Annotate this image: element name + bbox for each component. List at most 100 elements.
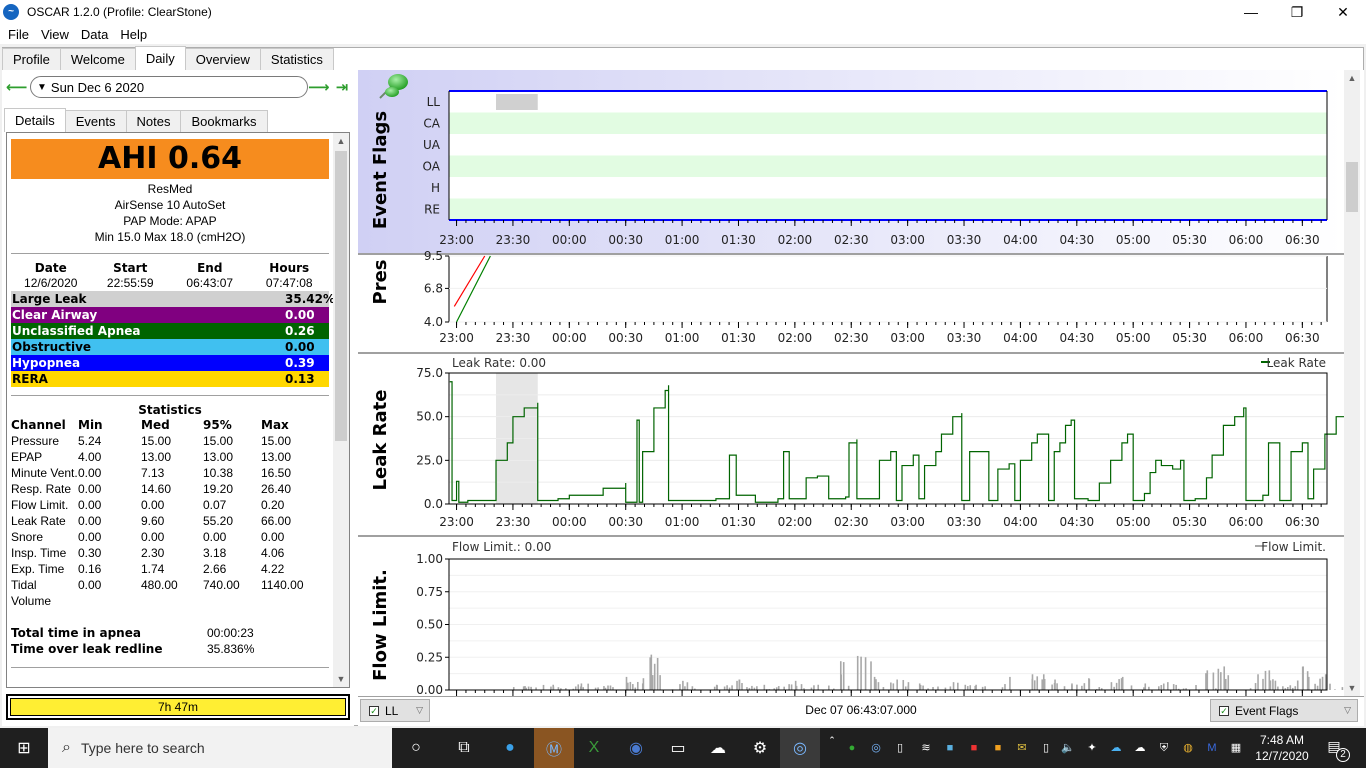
scroll-down-icon[interactable]: ▼ (1344, 680, 1360, 696)
tray-shield-icon[interactable]: ⛨ (1156, 740, 1172, 756)
flow-limit-peak (918, 683, 921, 690)
tray-chrome-icon[interactable]: ◍ (1180, 740, 1196, 756)
time-tick-label: 04:30 (1060, 233, 1095, 247)
tray-power-icon[interactable]: ▯ (892, 740, 908, 756)
flow-limit-peak (794, 680, 797, 690)
tray-wifi-icon[interactable]: ≋ (918, 740, 934, 756)
edge-icon[interactable]: ● (498, 736, 522, 760)
flow-limit-bar (1130, 685, 1133, 690)
menu-view[interactable]: View (41, 27, 69, 42)
graphs-scrollbar[interactable]: ▲ ▼ (1344, 70, 1360, 696)
clock[interactable]: 7:48 AM 12/7/2020 (1252, 732, 1312, 764)
flow-limit-peak (952, 682, 955, 690)
terminal-icon[interactable]: ▭ (666, 736, 690, 760)
scroll-down-icon[interactable]: ▼ (333, 671, 349, 687)
stats-row: Leak Rate 0.00 9.60 55.20 66.00 (11, 513, 329, 529)
graphs-canvas[interactable]: Event Flags LL CA UA OA H RE 23:00 23:30 00:00 0… (358, 70, 1366, 697)
flow-limit-bar (1118, 679, 1120, 690)
flow-limit-bar (966, 686, 969, 690)
stats-value: 16.50 (261, 466, 292, 480)
tray-expand-icon[interactable]: ⌃ (824, 732, 840, 748)
menu-help[interactable]: Help (120, 27, 147, 42)
event-row-obstructive[interactable]: Obstructive 0.00 (11, 339, 329, 355)
tray-mail-icon[interactable]: ✉ (1014, 740, 1030, 756)
scrollbar-thumb[interactable] (335, 151, 347, 441)
flow-limit-bar (1157, 686, 1160, 690)
flow-limit-bar (1262, 678, 1264, 690)
tray-app-icon[interactable]: ■ (966, 740, 982, 756)
taskbar-search[interactable]: ⌕ Type here to search (48, 728, 392, 768)
tray-usb-icon[interactable]: ▯ (1038, 740, 1054, 756)
time-tick-label: 04:30 (1060, 331, 1095, 345)
arrow-last-icon[interactable]: ⇥ (332, 78, 352, 96)
event-row-clear-airway[interactable]: Clear Airway 0.00 (11, 307, 329, 323)
app-blue-icon[interactable]: ◉ (624, 736, 648, 760)
flow-limit-peak (1144, 683, 1147, 690)
oscar-icon[interactable]: ◎ (788, 736, 812, 760)
graph-selector-combo[interactable]: ✓ Event Flags ▽ (1210, 699, 1358, 722)
tray-network-icon[interactable]: ✦ (1084, 740, 1100, 756)
tray-malwarebytes-icon[interactable]: M (1204, 740, 1220, 756)
tray-app-icon[interactable]: ▦ (1228, 740, 1244, 756)
tab-overview[interactable]: Overview (184, 48, 261, 70)
flow-limit-bar (1195, 685, 1197, 690)
windows-start-icon[interactable]: ⊞ (12, 736, 36, 760)
scroll-up-icon[interactable]: ▲ (1344, 70, 1360, 86)
arrow-right-icon[interactable]: ⟶ (308, 78, 330, 96)
flow-limit-bar (922, 685, 924, 690)
subtab-events[interactable]: Events (64, 110, 127, 132)
flow-limit-bar (969, 685, 972, 690)
subtab-notes[interactable]: Notes (125, 110, 182, 132)
col-med: Med (141, 418, 170, 432)
tray-app-icon[interactable]: ■ (942, 740, 958, 756)
event-row-large-leak[interactable]: Large Leak 35.42% (11, 291, 335, 307)
tray-sheep-icon[interactable]: ☁ (1132, 740, 1148, 756)
details-scrollbar[interactable]: ▲ ▼ (333, 133, 349, 687)
stats-value: 0.00 (203, 530, 227, 544)
stats-value: 4.06 (261, 546, 285, 560)
flow-limit-peak (1071, 683, 1073, 690)
close-button[interactable]: ✕ (1320, 0, 1366, 24)
excel-icon[interactable]: X (582, 736, 606, 760)
task-view-icon[interactable]: ⧉ (452, 736, 476, 760)
total-apnea-value: 00:00:23 (207, 626, 254, 640)
sheep-icon[interactable]: ☁ (706, 736, 730, 760)
restore-button[interactable]: ❐ (1274, 0, 1320, 24)
tray-volume-icon[interactable]: 🔈 (1060, 740, 1076, 756)
subtab-details[interactable]: Details (4, 108, 66, 132)
time-tick-label: 04:00 (1003, 331, 1038, 345)
tray-cloud-icon[interactable]: ☁ (1108, 740, 1124, 756)
tray-app-icon[interactable]: ■ (990, 740, 1006, 756)
event-row-rera[interactable]: RERA 0.13 (11, 371, 329, 387)
windows-taskbar: ⊞ ⌕ Type here to search ○ ⧉ ● Ⓜ X ◉ ▭ ☁ … (0, 728, 1366, 768)
scrollbar-thumb[interactable] (1346, 162, 1358, 212)
ahi-banner: AHI 0.64 (11, 139, 329, 179)
flow-limit-peak (1054, 679, 1056, 690)
arrow-left-icon[interactable]: ⟵ (6, 78, 28, 96)
cortana-icon[interactable]: ○ (404, 736, 428, 760)
flow-limit-peak (1307, 676, 1310, 690)
event-row-unclassified-apnea[interactable]: Unclassified Apnea 0.26 (11, 323, 329, 339)
event-row-hypopnea[interactable]: Hypopnea 0.39 (11, 355, 329, 371)
time-tick-label: 03:30 (947, 331, 982, 345)
time-tick-label: 03:00 (890, 515, 925, 529)
tab-statistics[interactable]: Statistics (259, 48, 334, 70)
scroll-up-icon[interactable]: ▲ (333, 133, 349, 149)
tray-oscar-icon[interactable]: ◎ (868, 740, 884, 756)
tray-notify-icon[interactable]: ● (844, 740, 860, 756)
event-label: Clear Airway (12, 308, 98, 322)
date-picker[interactable]: ▼ Sun Dec 6 2020 (30, 76, 308, 98)
time-tick-label: 04:30 (1060, 515, 1095, 529)
app-m-icon[interactable]: Ⓜ (542, 736, 566, 760)
flow-limit-bar (1319, 678, 1321, 690)
menu-file[interactable]: File (8, 27, 29, 42)
subtab-bookmarks[interactable]: Bookmarks (180, 110, 268, 132)
minimize-button[interactable]: — (1228, 0, 1274, 24)
settings-icon[interactable]: ⚙ (748, 736, 772, 760)
flow-limit-bar (1162, 683, 1165, 690)
leak-redline-label: Time over leak redline (11, 642, 163, 656)
tab-profile[interactable]: Profile (2, 48, 61, 70)
tab-welcome[interactable]: Welcome (59, 48, 136, 70)
tab-daily[interactable]: Daily (134, 46, 186, 70)
menu-data[interactable]: Data (81, 27, 108, 42)
